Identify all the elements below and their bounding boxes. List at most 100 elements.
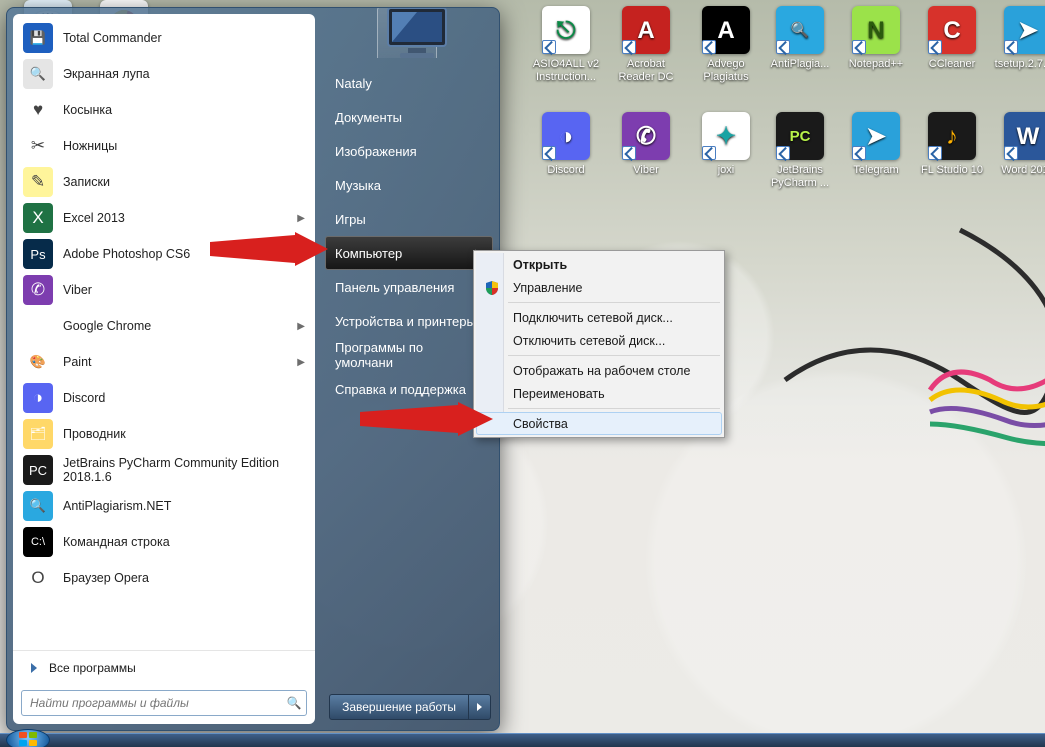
desktop-icon-label: CCleaner (914, 58, 990, 71)
start-button[interactable] (6, 729, 50, 747)
context-menu-label: Управление (513, 281, 583, 295)
desktop-icon-ccleaner[interactable]: CCCleaner (914, 6, 990, 71)
right-panel-item--[interactable]: Устройства и принтеры (325, 304, 493, 338)
program-item--[interactable]: 🗂Проводник (17, 416, 311, 452)
program-item--[interactable]: ✎Записки (17, 164, 311, 200)
desktop-icon-viber[interactable]: ✆Viber (608, 112, 684, 177)
desktop-icon-label: Advego Plagiatus (688, 58, 764, 84)
desktop-icon-joxi[interactable]: ✦joxi (688, 112, 764, 177)
program-item--[interactable]: ♥Косынка (17, 92, 311, 128)
program-item--opera[interactable]: OБраузер Opera (17, 560, 311, 596)
desktop-stage: 🗑 ⎋ASIO4ALL v2 Instruction...AAcrobat Re… (0, 0, 1045, 747)
context-menu-item--[interactable]: Отображать на рабочем столе (476, 359, 722, 382)
program-item--[interactable]: C:\ Командная строка (17, 524, 311, 560)
shortcut-overlay-icon (928, 40, 942, 54)
right-panel-item--[interactable]: Игры (325, 202, 493, 236)
chevron-right-icon: ▶ (297, 321, 305, 332)
context-menu-item--[interactable]: Открыть (476, 253, 722, 276)
program-icon: C:\ (23, 527, 53, 557)
context-menu: Открыть Управление Подключить сетевой диск… (473, 250, 725, 438)
shortcut-overlay-icon (542, 40, 556, 54)
program-item--[interactable]: 🔍 Экранная лупа (17, 56, 311, 92)
start-menu: 💾Total Commander🔍Экранная лупа♥Косынка✂Н… (6, 7, 500, 731)
program-item--[interactable]: ✂Ножницы (17, 128, 311, 164)
chevron-right-icon: ▶ (297, 213, 305, 224)
right-panel-label: Программы по умолчани (335, 340, 483, 370)
program-icon: 🔍 (23, 59, 53, 89)
right-panel-item--[interactable]: Справка и поддержка (325, 372, 493, 406)
desktop-icon-fl-studio-10[interactable]: ♪FL Studio 10 (914, 112, 990, 177)
program-item-antiplagiarism-net[interactable]: 🔍AntiPlagiarism.NET (17, 488, 311, 524)
shortcut-overlay-icon (776, 40, 790, 54)
shortcut-overlay-icon (702, 40, 716, 54)
program-label: Excel 2013 (63, 211, 297, 225)
desktop-icon-advego-plagiatus[interactable]: AAdvego Plagiatus (688, 6, 764, 84)
desktop-icon-telegram[interactable]: ➤Telegram (838, 112, 914, 177)
desktop-icon-asio4all-v2-instruction-[interactable]: ⎋ASIO4ALL v2 Instruction... (528, 6, 604, 84)
shortcut-overlay-icon (622, 40, 636, 54)
program-label: Командная строка (63, 535, 305, 549)
all-programs-button[interactable]: Все программы (13, 650, 315, 684)
search-input[interactable] (22, 696, 282, 710)
context-menu-item--[interactable]: Отключить сетевой диск... (476, 329, 722, 352)
right-panel-label: Справка и поддержка (335, 382, 466, 397)
program-icon: Ps (23, 239, 53, 269)
desktop-icon-label: Viber (608, 164, 684, 177)
chevron-right-icon (477, 703, 482, 711)
program-icon: ♥ (23, 95, 53, 125)
desktop-icon-tsetup-2-7-4-[interactable]: ➤tsetup.2.7.4... (990, 6, 1045, 71)
program-item-discord[interactable]: ◑Discord (17, 380, 311, 416)
program-label: Google Chrome (63, 319, 297, 333)
context-menu-item--[interactable]: Свойства (476, 412, 722, 435)
right-panel-item--[interactable]: Программы по умолчани (325, 338, 493, 372)
context-menu-separator (508, 302, 720, 303)
context-menu-item--[interactable]: Подключить сетевой диск... (476, 306, 722, 329)
start-menu-right-panel: NatalyДокументыИзображенияМузыкаИгрыКомп… (315, 8, 499, 730)
desktop-icon-antiplagia-[interactable]: 🔍AntiPlagia... (762, 6, 838, 71)
program-item-paint[interactable]: 🎨Paint▶ (17, 344, 311, 380)
program-label: JetBrains PyCharm Community Edition 2018… (63, 456, 305, 484)
right-panel-label: Музыка (335, 178, 381, 193)
search-row: 🔍 (13, 684, 315, 724)
program-item-google-chrome[interactable]: ◉Google Chrome▶ (17, 308, 311, 344)
right-panel-label: Панель управления (335, 280, 454, 295)
all-programs-label: Все программы (49, 661, 136, 675)
desktop-icon-label: FL Studio 10 (914, 164, 990, 177)
desktop-icon-label: AntiPlagia... (762, 58, 838, 71)
program-label: Discord (63, 391, 305, 405)
program-icon: 🎨 (23, 347, 53, 377)
desktop-icon-word-2013[interactable]: WWord 2013 (990, 112, 1045, 177)
program-label: AntiPlagiarism.NET (63, 499, 305, 513)
program-item-jetbrains-pycharm-community-edition-2018-1-6[interactable]: PC JetBrains PyCharm Community Edition 20… (17, 452, 311, 488)
shortcut-overlay-icon (542, 146, 556, 160)
windows-logo-icon (19, 732, 39, 747)
right-panel-label: Компьютер (335, 246, 402, 261)
desktop-icon-acrobat-reader-dc[interactable]: AAcrobat Reader DC (608, 6, 684, 84)
program-item-total-commander[interactable]: 💾Total Commander (17, 20, 311, 56)
right-panel-item-nataly[interactable]: Nataly (325, 66, 493, 100)
right-panel-item--[interactable]: Музыка (325, 168, 493, 202)
program-item-excel-2013[interactable]: XExcel 2013▶ (17, 200, 311, 236)
program-label: Экранная лупа (63, 67, 305, 81)
search-box[interactable]: 🔍 (21, 690, 307, 716)
desktop-icon-discord[interactable]: ◑Discord (528, 112, 604, 177)
taskbar[interactable] (0, 733, 1045, 747)
right-panel-item--[interactable]: Изображения (325, 134, 493, 168)
right-panel-item--[interactable]: Компьютер▶ (325, 236, 493, 270)
context-menu-label: Открыть (513, 258, 567, 272)
context-menu-item--[interactable]: Управление (476, 276, 722, 299)
shutdown-options-button[interactable] (469, 694, 491, 720)
shortcut-overlay-icon (1004, 40, 1018, 54)
right-panel-item--[interactable]: Панель управления (325, 270, 493, 304)
uac-shield-icon (484, 280, 500, 296)
context-menu-separator (508, 355, 720, 356)
desktop-icon-jetbrains-pycharm-[interactable]: PCJetBrains PyCharm ... (762, 112, 838, 190)
program-icon: PC (23, 455, 53, 485)
desktop-icon-notepad-[interactable]: NNotepad++ (838, 6, 914, 71)
shutdown-button[interactable]: Завершение работы (329, 694, 469, 720)
context-menu-item--[interactable]: Переименовать (476, 382, 722, 405)
program-item-viber[interactable]: ✆Viber (17, 272, 311, 308)
right-panel-item--[interactable]: Документы (325, 100, 493, 134)
program-label: Записки (63, 175, 305, 189)
program-item-adobe-photoshop-cs6[interactable]: PsAdobe Photoshop CS6▶ (17, 236, 311, 272)
